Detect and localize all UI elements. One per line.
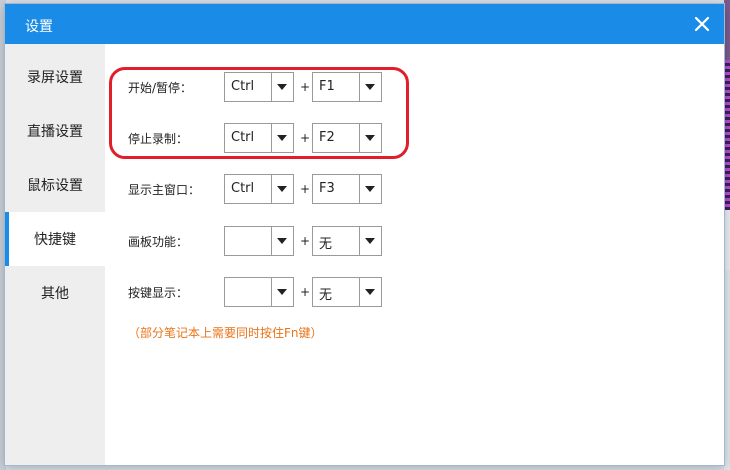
modifier-select[interactable]: Ctrl: [224, 174, 294, 204]
dropdown-button[interactable]: [359, 227, 381, 255]
chevron-down-icon: [365, 289, 375, 295]
chevron-down-icon: [277, 289, 287, 295]
sidebar-item-label: 其他: [41, 286, 69, 302]
shortcut-row-drawing-board: 画板功能： + 无: [128, 226, 428, 256]
shortcut-label: 显示主窗口：: [128, 183, 201, 197]
sidebar-item-label: 直播设置: [27, 124, 83, 140]
sidebar-item-other[interactable]: 其他: [5, 266, 105, 320]
sidebar-item-live-settings[interactable]: 直播设置: [5, 104, 105, 158]
background-panel-strip-lower: [724, 270, 730, 470]
dropdown-button[interactable]: [271, 175, 293, 203]
modifier-select[interactable]: [224, 226, 294, 256]
fn-key-note: （部分笔记本上需要同时按住Fn键）: [128, 326, 323, 340]
sidebar-item-hotkeys[interactable]: 快捷键: [5, 212, 105, 266]
chevron-down-icon: [365, 186, 375, 192]
sidebar-item-label: 录屏设置: [27, 70, 83, 86]
sidebar-item-mouse-settings[interactable]: 鼠标设置: [5, 158, 105, 212]
dropdown-button[interactable]: [271, 227, 293, 255]
modifier-value: Ctrl: [231, 181, 255, 196]
key-value: 无: [319, 237, 333, 252]
key-select[interactable]: F3: [312, 174, 382, 204]
close-icon: [694, 16, 710, 32]
key-value: F3: [319, 181, 335, 196]
dropdown-button[interactable]: [359, 175, 381, 203]
plus-sign: +: [300, 182, 311, 196]
background-panel-strip: [724, 210, 730, 270]
shortcut-row-show-main-window: 显示主窗口： Ctrl + F3: [128, 174, 428, 204]
key-select[interactable]: 无: [312, 277, 382, 307]
red-highlight-annotation: [109, 67, 409, 159]
background-image-strip: [724, 60, 730, 210]
plus-sign: +: [300, 285, 311, 299]
sidebar-item-label: 快捷键: [34, 232, 76, 248]
shortcut-label: 画板功能：: [128, 235, 189, 249]
chevron-down-icon: [365, 238, 375, 244]
sidebar-item-record-settings[interactable]: 录屏设置: [5, 50, 105, 104]
shortcut-row-key-display: 按键显示： + 无: [128, 277, 428, 307]
key-value: 无: [319, 288, 333, 303]
chevron-down-icon: [277, 186, 287, 192]
sidebar-item-label: 鼠标设置: [27, 178, 83, 194]
settings-sidebar: 录屏设置 直播设置 鼠标设置 快捷键 其他: [5, 44, 105, 465]
close-button[interactable]: [690, 12, 714, 36]
dropdown-button[interactable]: [359, 278, 381, 306]
background-app-right: [724, 0, 730, 470]
key-select[interactable]: 无: [312, 226, 382, 256]
chevron-down-icon: [277, 238, 287, 244]
dialog-title: 设置: [25, 19, 53, 35]
dialog-titlebar: 设置: [5, 4, 724, 44]
settings-dialog: 设置 录屏设置 直播设置 鼠标设置 快捷键 其他 开始/暂停： Ctrl + F…: [5, 4, 724, 465]
shortcut-label: 按键显示：: [128, 286, 189, 300]
dropdown-button[interactable]: [271, 278, 293, 306]
modifier-select[interactable]: [224, 277, 294, 307]
plus-sign: +: [300, 234, 311, 248]
